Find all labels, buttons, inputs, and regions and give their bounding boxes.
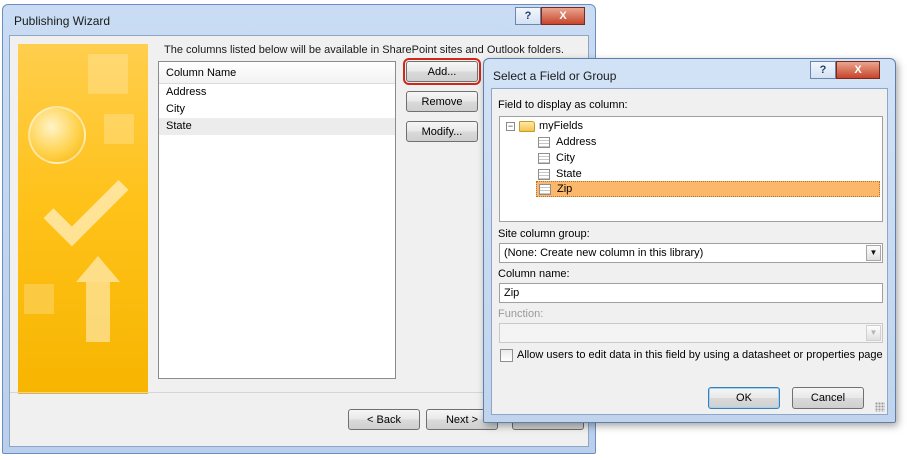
field-icon bbox=[539, 183, 551, 195]
allow-edit-label[interactable]: Allow users to edit data in this field b… bbox=[517, 349, 883, 361]
dialog-cancel-button[interactable]: Cancel bbox=[792, 387, 864, 409]
chevron-down-icon[interactable]: ▼ bbox=[866, 245, 881, 261]
wizard-banner-image bbox=[18, 44, 148, 394]
site-column-group-value: (None: Create new column in this library… bbox=[504, 247, 704, 259]
wizard-title: Publishing Wizard bbox=[14, 14, 111, 28]
tree-node-root[interactable]: − myFields bbox=[506, 118, 583, 134]
resize-grip-icon[interactable] bbox=[875, 402, 885, 412]
field-to-display-label: Field to display as column: bbox=[498, 99, 628, 111]
tree-node-label: State bbox=[556, 168, 582, 180]
dialog-caption-buttons: ? X bbox=[810, 61, 880, 79]
chevron-down-icon: ▼ bbox=[866, 325, 881, 341]
column-list-item[interactable]: City bbox=[159, 101, 395, 118]
column-list[interactable]: Column Name Address City State bbox=[158, 61, 396, 379]
column-list-item[interactable]: Address bbox=[159, 84, 395, 101]
globe-icon bbox=[28, 106, 86, 164]
tree-node-field[interactable]: City bbox=[538, 150, 575, 166]
tree-node-label: Zip bbox=[557, 183, 573, 195]
column-name-input[interactable]: Zip bbox=[499, 283, 883, 303]
tree-node-label: myFields bbox=[539, 120, 584, 132]
wizard-caption-buttons: ? X bbox=[515, 7, 585, 25]
add-button[interactable]: Add... bbox=[403, 58, 481, 85]
column-list-header[interactable]: Column Name bbox=[159, 62, 395, 84]
folder-open-icon bbox=[519, 120, 535, 132]
function-select: ▼ bbox=[499, 323, 883, 343]
tree-node-label: Address bbox=[556, 136, 597, 148]
tree-node-field-selected[interactable]: Zip bbox=[536, 181, 880, 197]
dialog-client-area: Field to display as column: − myFields A… bbox=[491, 88, 888, 415]
ok-button[interactable]: OK bbox=[708, 387, 780, 409]
remove-button[interactable]: Remove bbox=[406, 91, 478, 112]
site-column-group-select[interactable]: (None: Create new column in this library… bbox=[499, 243, 883, 263]
up-arrow-icon bbox=[76, 256, 120, 282]
wizard-help-button[interactable]: ? bbox=[515, 7, 541, 25]
function-label: Function: bbox=[498, 308, 544, 320]
checkmark-icon bbox=[43, 161, 129, 247]
field-tree[interactable]: − myFields Address City State Zip bbox=[499, 116, 883, 222]
select-field-dialog: Select a Field or Group ? X Field to dis… bbox=[483, 58, 896, 423]
column-name-label: Column name: bbox=[498, 268, 570, 280]
collapse-icon[interactable]: − bbox=[506, 121, 515, 131]
dialog-help-button[interactable]: ? bbox=[810, 61, 836, 79]
field-icon bbox=[538, 136, 550, 148]
dialog-close-button[interactable]: X bbox=[836, 61, 880, 79]
dialog-title: Select a Field or Group bbox=[493, 69, 617, 83]
back-button[interactable]: < Back bbox=[348, 409, 420, 430]
field-icon bbox=[538, 152, 550, 164]
tree-node-field[interactable]: Address bbox=[538, 134, 596, 150]
wizard-description: The columns listed below will be availab… bbox=[164, 44, 564, 56]
modify-button[interactable]: Modify... bbox=[406, 121, 478, 142]
tree-node-label: City bbox=[556, 152, 575, 164]
allow-edit-checkbox[interactable] bbox=[500, 349, 513, 362]
wizard-close-button[interactable]: X bbox=[541, 7, 585, 25]
field-icon bbox=[538, 168, 550, 180]
site-column-group-label: Site column group: bbox=[498, 228, 590, 240]
tree-node-field[interactable]: State bbox=[538, 166, 582, 182]
column-list-item[interactable]: State bbox=[159, 118, 395, 135]
